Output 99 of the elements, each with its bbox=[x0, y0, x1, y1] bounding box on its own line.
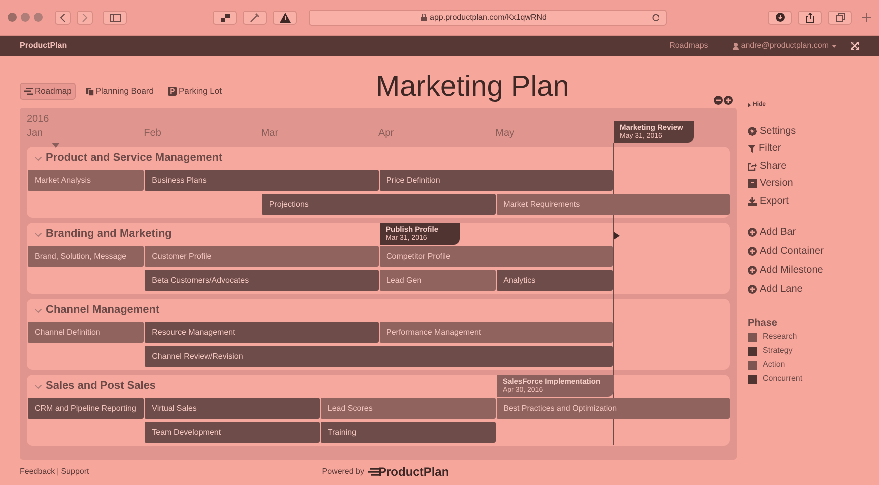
month-label: Feb bbox=[144, 128, 162, 139]
sidebar-action[interactable]: Share bbox=[760, 158, 787, 174]
feedback-link[interactable]: Feedback bbox=[20, 466, 56, 478]
roadmap-bar[interactable]: Market Requirements bbox=[496, 194, 730, 215]
roadmap-bar[interactable]: Competitor Profile bbox=[378, 246, 613, 267]
caret-icon bbox=[832, 44, 837, 48]
add-action[interactable]: Add Lane bbox=[760, 282, 803, 298]
legend-label: Strategy bbox=[763, 345, 793, 357]
reload-icon[interactable] bbox=[652, 14, 660, 22]
add-action[interactable]: Add Container bbox=[760, 244, 824, 260]
user-icon bbox=[733, 42, 740, 50]
lane-title[interactable]: Product and Service Management bbox=[46, 150, 223, 167]
add-action[interactable]: Add Milestone bbox=[760, 263, 824, 278]
filter-icon bbox=[748, 144, 756, 153]
download-icon bbox=[748, 196, 757, 206]
roadmap-bar[interactable]: Best Practices and Optimization bbox=[496, 398, 730, 419]
url-text: app.productplan.com/Kx1qwRNd bbox=[430, 12, 547, 24]
roadmap-bar[interactable]: Brand, Solution, Message bbox=[27, 246, 144, 267]
month-label: Jan bbox=[27, 128, 44, 139]
chevron-right-icon bbox=[82, 14, 88, 22]
warning-icon bbox=[280, 12, 290, 22]
roadmap-bar[interactable]: Training bbox=[320, 422, 496, 443]
sidebar-icon bbox=[110, 14, 120, 22]
user-menu[interactable]: andre@productplan.com bbox=[741, 40, 829, 52]
back-button[interactable] bbox=[55, 10, 71, 24]
lock-icon bbox=[421, 14, 428, 21]
legend-label: Action bbox=[763, 359, 786, 371]
roadmap-bar[interactable]: Lead Gen bbox=[378, 270, 496, 291]
chevron-left-icon bbox=[60, 14, 66, 22]
roadmap-bar[interactable]: Analytics bbox=[496, 270, 613, 291]
zoom-out-icon[interactable] bbox=[714, 96, 723, 105]
add-icon bbox=[748, 285, 757, 294]
roadmap-bar[interactable]: Beta Customers/Advocates bbox=[144, 270, 378, 291]
month-label: Mar bbox=[261, 128, 279, 139]
sidebar-action[interactable]: Export bbox=[760, 194, 789, 209]
logo-text: ProductPlan bbox=[378, 464, 450, 481]
extension-button[interactable] bbox=[213, 10, 237, 24]
roadmap-bar[interactable]: Projections bbox=[261, 194, 496, 215]
add-icon bbox=[748, 266, 757, 276]
parking-icon bbox=[168, 87, 177, 96]
sidebar-action[interactable]: Settings bbox=[760, 124, 796, 139]
download-button[interactable] bbox=[768, 10, 792, 24]
lane-title[interactable]: Branding and Marketing bbox=[46, 226, 172, 243]
share-button[interactable] bbox=[798, 10, 822, 24]
sidebar-action[interactable]: Version bbox=[760, 176, 794, 192]
powered-by-text: Powered by bbox=[322, 466, 364, 478]
roadmap-bar[interactable]: Virtual Sales bbox=[144, 398, 320, 419]
documents-icon bbox=[86, 88, 94, 96]
roadmap-bar[interactable]: Price Definition bbox=[378, 170, 613, 191]
roadmap-bar[interactable]: Channel Definition bbox=[27, 322, 144, 343]
lane-title[interactable]: Channel Management bbox=[46, 302, 160, 319]
add-icon bbox=[748, 228, 757, 238]
roadmap-bar[interactable]: Team Development bbox=[144, 422, 320, 443]
triangle-right-icon[interactable] bbox=[748, 102, 751, 108]
month-label: May bbox=[496, 128, 515, 139]
view-tab[interactable]: Planning Board bbox=[82, 83, 158, 100]
legend-title: Phase bbox=[748, 317, 778, 331]
roadmap-bar[interactable]: Performance Management bbox=[378, 322, 613, 343]
roadmap-bar[interactable]: Resource Management bbox=[144, 322, 378, 343]
view-tab[interactable]: Parking Lot bbox=[164, 83, 226, 100]
view-tab[interactable]: Roadmap bbox=[20, 83, 76, 100]
logo-icon bbox=[368, 468, 378, 476]
roadmap-bar[interactable]: Lead Scores bbox=[320, 398, 496, 419]
roadmap-title: Marketing Plan bbox=[376, 73, 570, 102]
address-bar[interactable]: app.productplan.com/Kx1qwRNd bbox=[309, 10, 667, 26]
share-icon bbox=[806, 12, 814, 22]
legend-label: Concurrent bbox=[763, 373, 803, 385]
roadmap-bar[interactable]: Channel Review/Revision bbox=[144, 346, 613, 367]
support-link[interactable]: Support bbox=[61, 466, 90, 478]
extension-button[interactable] bbox=[243, 10, 267, 24]
blocks-icon bbox=[220, 14, 230, 22]
new-tab-icon[interactable] bbox=[862, 13, 871, 22]
legend-label: Research bbox=[763, 331, 798, 343]
brand-name[interactable]: ProductPlan bbox=[20, 40, 68, 52]
share-icon bbox=[748, 162, 757, 171]
sidebar-button[interactable] bbox=[103, 10, 127, 24]
settings-icon bbox=[748, 126, 757, 136]
separator-text: | bbox=[57, 466, 60, 478]
roadmaps-link[interactable]: Roadmaps bbox=[670, 40, 708, 52]
marker-arrow-icon bbox=[614, 232, 620, 240]
today-marker-icon bbox=[52, 143, 60, 148]
warning-button[interactable] bbox=[273, 10, 297, 24]
roadmap-icon bbox=[24, 88, 33, 95]
archive-icon bbox=[748, 179, 757, 188]
roadmap-bar[interactable]: Business Plans bbox=[144, 170, 378, 191]
fullscreen-icon[interactable] bbox=[851, 42, 859, 50]
tabs-button[interactable] bbox=[828, 10, 852, 24]
year-label: 2016 bbox=[27, 113, 50, 126]
roadmap-bar[interactable]: Market Analysis bbox=[27, 170, 144, 191]
roadmap-bar[interactable]: Customer Profile bbox=[144, 246, 378, 267]
month-label: Apr bbox=[378, 128, 394, 139]
download-icon bbox=[776, 13, 784, 22]
zoom-in-icon[interactable] bbox=[724, 96, 733, 105]
lane-title[interactable]: Sales and Post Sales bbox=[46, 378, 156, 395]
add-icon bbox=[748, 247, 757, 256]
sidebar-action[interactable]: Filter bbox=[759, 141, 782, 156]
roadmap-bar[interactable]: CRM and Pipeline Reporting bbox=[27, 398, 144, 419]
tabs-icon bbox=[836, 13, 844, 22]
add-action[interactable]: Add Bar bbox=[760, 225, 796, 240]
